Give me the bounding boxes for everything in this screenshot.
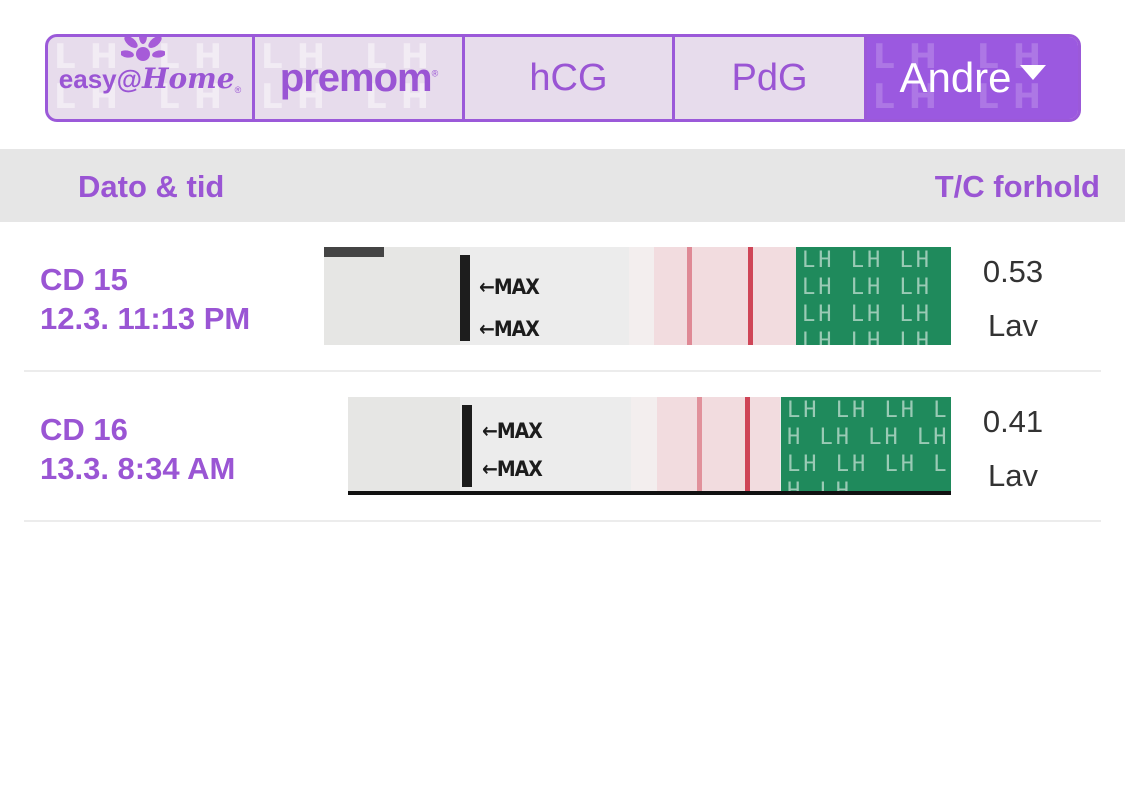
strip-pad [629, 247, 654, 345]
tab-other-label: Andre [899, 54, 1012, 101]
strip-shadow [324, 247, 384, 257]
test-type-tabbar: LH LH LHLH LH LH easy@Home® LH LH LHLH L… [45, 34, 1081, 122]
strip-window [654, 247, 796, 345]
test-strip-image[interactable]: ←MAX ←MAX LH LH LH LH LH LH LH LH LH LH … [324, 247, 951, 345]
date-time-column-header: Dato & tid [78, 169, 225, 204]
registered-mark: ® [234, 84, 242, 95]
result-level: Lav [988, 308, 1038, 343]
tab-hcg[interactable]: hCG [465, 37, 675, 119]
row-date: CD 16 13.3. 8:34 AM [40, 410, 235, 488]
strip-handle [348, 397, 460, 491]
strip-pad [631, 397, 657, 491]
dropdown-caret-icon [1019, 64, 1046, 80]
test-result-row[interactable]: CD 16 13.3. 8:34 AM ←MAX ←MAX LH LH LH L… [24, 372, 1101, 522]
tab-pdg[interactable]: PdG [675, 37, 867, 119]
tab-premom[interactable]: LH LH LHLH LH LH premom® [255, 37, 465, 119]
easy-at-home-logo: easy @ Home ® [58, 37, 242, 95]
strip-max-bar [462, 405, 472, 487]
flower-icon [120, 37, 165, 61]
tab-pdg-label: PdG [731, 56, 808, 99]
tc-ratio-value: 0.41 [982, 404, 1044, 439]
cycle-day-label: CD 15 [40, 262, 128, 297]
tc-ratio-column-header: T/C forhold [934, 169, 1100, 204]
column-header: Dato & tid T/C forhold [0, 149, 1125, 222]
test-datetime: 13.3. 8:34 AM [40, 451, 236, 486]
row-date: CD 15 12.3. 11:13 PM [40, 260, 250, 338]
tab-easy-at-home[interactable]: LH LH LHLH LH LH easy@Home® [48, 37, 255, 119]
strip-window [657, 397, 780, 491]
strip-max-label: ←MAX [482, 457, 543, 481]
tc-ratio-value: 0.53 [982, 254, 1044, 289]
strip-control-line [748, 247, 753, 345]
tab-hcg-label: hCG [529, 56, 608, 99]
brand-easy-text: easy [58, 63, 117, 94]
test-strip-image[interactable]: ←MAX ←MAX LH LH LH LH LH LH LH LH LH LH … [348, 397, 951, 495]
cycle-day-label: CD 16 [40, 412, 128, 447]
test-result-row[interactable]: CD 15 12.3. 11:13 PM ←MAX ←MAX LH LH LH … [24, 222, 1101, 372]
strip-max-label: ←MAX [482, 419, 543, 443]
registered-mark: ® [431, 68, 439, 79]
strip-max-label: ←MAX [479, 275, 540, 299]
tab-other[interactable]: LH LH LH LHLH LH LH LH Andre [867, 37, 1078, 119]
strip-max-label: ←MAX [479, 317, 540, 341]
strip-lh-band: LH LH LH LH LH LH LH LH LH LH LH LH [781, 397, 951, 491]
strip-test-line [697, 397, 702, 491]
brand-at-text: @ [116, 63, 142, 94]
premom-logo: premom® [279, 55, 439, 101]
result-level: Lav [988, 458, 1038, 493]
strip-test-line [687, 247, 692, 345]
strip-lh-band: LH LH LH LH LH LH LH LH LH LH LH LH [796, 247, 951, 345]
strip-max-bar [460, 255, 470, 341]
test-datetime: 12.3. 11:13 PM [40, 301, 251, 336]
premom-logo-text: premom [279, 55, 433, 100]
strip-handle [324, 247, 460, 345]
strip-control-line [745, 397, 750, 491]
